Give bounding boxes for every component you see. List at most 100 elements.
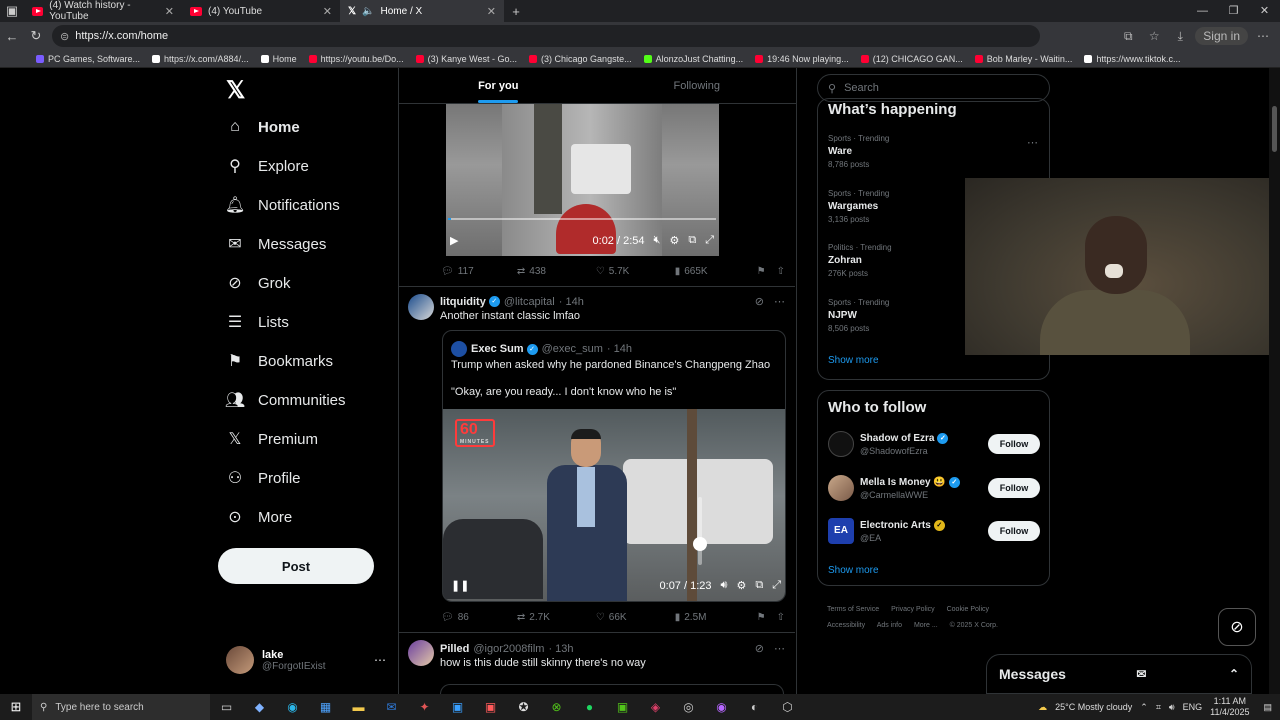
bookmark-item[interactable]: Bob Marley - Waitin... xyxy=(974,54,1072,64)
app-icon[interactable]: ◈ xyxy=(639,700,672,714)
volume-slider[interactable] xyxy=(693,497,707,565)
app-icon[interactable]: ◉ xyxy=(705,700,738,714)
author-handle[interactable]: @igor2008film xyxy=(473,643,544,655)
sign-in-button[interactable]: Sign in xyxy=(1195,27,1248,45)
pause-icon[interactable]: ❚❚ xyxy=(451,579,469,592)
scrollbar[interactable] xyxy=(1269,68,1280,694)
store-icon[interactable]: ▦ xyxy=(309,700,342,714)
bookmark-button[interactable]: ⚑ xyxy=(757,266,777,277)
downloads-icon[interactable]: ⤓ xyxy=(1169,29,1191,44)
messages-drawer[interactable]: Messages ✉ ⌃ xyxy=(986,654,1252,694)
nav-more[interactable]: ⊙ More xyxy=(226,508,292,527)
x-logo-icon[interactable]: 𝕏 xyxy=(226,76,245,105)
language-indicator[interactable]: ENG xyxy=(1183,702,1203,712)
more-icon[interactable]: ⋯ xyxy=(774,295,785,308)
copilot-icon[interactable]: ◆ xyxy=(243,700,276,714)
avatar[interactable] xyxy=(408,294,434,320)
nav-bookmarks[interactable]: ⚑ Bookmarks xyxy=(226,352,333,371)
author-name[interactable]: litquidity xyxy=(440,296,486,308)
post-button[interactable]: Post xyxy=(218,548,374,584)
site-info-icon[interactable]: ⊜ xyxy=(60,30,69,43)
collections-icon[interactable]: ☆ xyxy=(1143,29,1165,43)
windows-start-icon[interactable]: ⊞ xyxy=(0,699,32,715)
author-handle[interactable]: @litcapital xyxy=(504,296,555,308)
spotify-icon[interactable]: ● xyxy=(573,700,606,714)
app-icon[interactable]: ⬡ xyxy=(771,700,804,714)
app-icon[interactable]: ◐ xyxy=(738,700,771,714)
app-icon[interactable]: ▣ xyxy=(441,700,474,714)
address-bar[interactable]: ⊜ https://x.com/home xyxy=(52,25,1040,47)
bookmark-item[interactable]: 19:46 Now playing... xyxy=(755,54,849,64)
quote-post[interactable]: Exec Sum ✓ @exec_sum · 14h Trump when as… xyxy=(442,330,786,602)
follow-suggestion[interactable]: EA Electronic Arts ✓ @EA Follow xyxy=(828,518,1040,544)
pip-icon[interactable]: ⧉ xyxy=(688,234,696,247)
footer-link[interactable]: More ... xyxy=(914,622,938,629)
share-button[interactable]: ⇧ xyxy=(777,612,785,623)
bookmark-item[interactable]: https://www.tiktok.c... xyxy=(1084,54,1180,64)
edge-icon[interactable]: ◉ xyxy=(276,700,309,714)
more-icon[interactable]: ⋯ xyxy=(774,642,785,655)
follow-suggestion[interactable]: Shadow of Ezra ✓ @ShadowofEzra Follow xyxy=(828,431,1040,457)
nav-notifications[interactable]: 🔔︎ Notifications xyxy=(225,196,340,215)
bookmark-item[interactable]: https://x.com/A884/... xyxy=(152,54,249,64)
bookmark-item[interactable]: (12) CHICAGO GAN... xyxy=(860,54,963,64)
bookmark-item[interactable]: AlonzoJust Chatting... xyxy=(643,54,743,64)
scrollbar-thumb[interactable] xyxy=(1272,106,1277,152)
app-icon[interactable]: ✪ xyxy=(507,700,540,714)
file-explorer-icon[interactable]: ▬ xyxy=(342,700,375,714)
tray-overflow-icon[interactable]: ⌃ xyxy=(1140,702,1148,713)
tab-for-you[interactable]: For you xyxy=(399,68,598,103)
close-tab-icon[interactable]: ✕ xyxy=(487,5,496,18)
task-view-icon[interactable]: ▭ xyxy=(210,700,243,714)
grok-button[interactable]: ⊘ xyxy=(1218,608,1256,646)
like-button[interactable]: ♡ 66K xyxy=(596,612,675,623)
show-more-link[interactable]: Show more xyxy=(828,355,879,366)
settings-icon[interactable]: ⚙ xyxy=(669,234,679,247)
extensions-icon[interactable]: ⧉ xyxy=(1117,29,1139,44)
new-tab-icon[interactable]: + xyxy=(504,4,528,19)
reply-button[interactable]: 💬︎ 117 xyxy=(441,266,517,277)
outlook-icon[interactable]: ✉ xyxy=(375,700,408,714)
close-tab-icon[interactable]: ✕ xyxy=(165,5,174,18)
notifications-icon[interactable]: ▤ xyxy=(1263,702,1272,713)
app-icon[interactable]: ◎ xyxy=(672,700,705,714)
repost-button[interactable]: ⇄ 438 xyxy=(517,266,596,277)
reply-button[interactable]: 💬︎ 86 xyxy=(441,612,517,623)
bookmark-item[interactable]: (3) Kanye West - Go... xyxy=(415,54,517,64)
footer-link[interactable]: Accessibility xyxy=(827,622,865,629)
minimize-icon[interactable]: — xyxy=(1187,0,1218,22)
back-icon[interactable]: ← xyxy=(0,29,24,44)
close-tab-icon[interactable]: ✕ xyxy=(323,5,332,18)
views-button[interactable]: ▮ 2.5M xyxy=(675,612,757,623)
footer-link[interactable]: Privacy Policy xyxy=(891,606,935,613)
tab-youtube[interactable]: (4) YouTube ✕ xyxy=(182,0,340,22)
views-button[interactable]: ▮ 665K xyxy=(675,266,757,277)
play-icon[interactable]: ▶ xyxy=(450,234,458,247)
clock[interactable]: 1:11 AM 11/4/2025 xyxy=(1210,696,1249,718)
refresh-icon[interactable]: ↻ xyxy=(24,28,48,44)
nav-communities[interactable]: 👥︎ Communities xyxy=(225,391,346,410)
video-progress-bar[interactable] xyxy=(448,218,716,220)
follow-button[interactable]: Follow xyxy=(988,478,1040,498)
like-button[interactable]: ♡ 5.7K xyxy=(596,266,675,277)
tab-following[interactable]: Following xyxy=(598,68,797,103)
quote-post[interactable] xyxy=(440,684,784,694)
tab-actions-icon[interactable]: ▣ xyxy=(0,3,24,19)
account-switcher[interactable]: lake @ForgotIExist ⋯ xyxy=(226,646,386,674)
new-message-icon[interactable]: ✉ xyxy=(1136,667,1146,681)
bookmark-item[interactable]: (3) Chicago Gangste... xyxy=(529,54,632,64)
nav-lists[interactable]: ☰ Lists xyxy=(226,313,289,332)
expand-icon[interactable]: ⌃ xyxy=(1229,667,1239,681)
bookmark-item[interactable]: PC Games, Software... xyxy=(36,54,140,64)
repost-button[interactable]: ⇄ 2.7K xyxy=(517,612,596,623)
trend-item[interactable]: Sports · Trending Ware 8,786 posts ⋯ xyxy=(828,134,1038,169)
menu-icon[interactable]: ⋯ xyxy=(1252,29,1274,43)
footer-link[interactable]: Cookie Policy xyxy=(947,606,989,613)
nav-explore[interactable]: ⚲ Explore xyxy=(226,157,309,176)
volume-icon[interactable]: 🔊︎ xyxy=(1169,702,1175,713)
nav-grok[interactable]: ⊘ Grok xyxy=(226,274,290,293)
mute-icon[interactable]: 🔇︎ xyxy=(654,234,661,247)
bookmark-button[interactable]: ⚑ xyxy=(757,612,777,623)
network-icon[interactable]: ⌗ xyxy=(1156,702,1161,713)
show-more-link[interactable]: Show more xyxy=(828,565,879,576)
